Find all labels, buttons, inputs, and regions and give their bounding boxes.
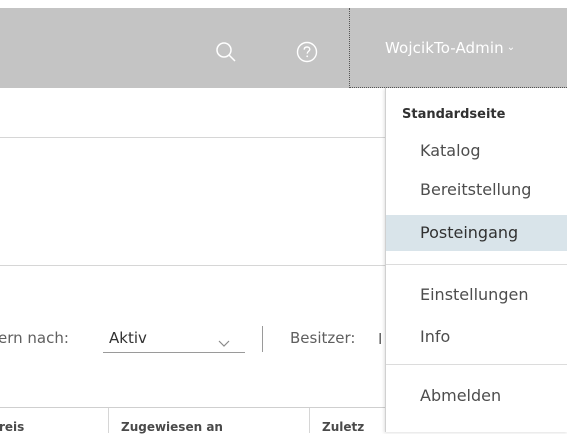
- menu-item-einstellungen[interactable]: Einstellungen: [386, 277, 567, 313]
- column-divider: [309, 408, 310, 433]
- section-divider: [0, 137, 385, 138]
- chevron-down-icon: ⌄: [506, 42, 516, 53]
- user-dropdown-menu: Standardseite Katalog Bereitstellung Pos…: [385, 88, 567, 432]
- user-menu-button[interactable]: WojcikTo-Admin ⌄: [349, 8, 567, 88]
- status-filter-value: Aktiv: [109, 329, 147, 347]
- menu-divider: [386, 264, 567, 265]
- top-strip: [0, 0, 567, 8]
- status-filter-select[interactable]: Aktiv: [103, 323, 245, 353]
- menu-section-heading: Standardseite: [402, 107, 506, 122]
- chevron-down-icon: [218, 333, 230, 352]
- section-divider: [0, 265, 385, 266]
- column-divider: [108, 408, 109, 433]
- filter-divider: [262, 326, 263, 352]
- menu-divider: [386, 364, 567, 365]
- search-icon[interactable]: [214, 40, 238, 64]
- filter-label: ern nach:: [0, 329, 69, 347]
- menu-item-bereitstellung[interactable]: Bereitstellung: [386, 172, 567, 208]
- menu-item-katalog[interactable]: Katalog: [386, 133, 567, 169]
- owner-filter-input[interactable]: I: [378, 330, 382, 348]
- help-icon[interactable]: [295, 40, 319, 64]
- owner-filter-label: Besitzer:: [290, 329, 356, 347]
- menu-item-abmelden[interactable]: Abmelden: [386, 378, 567, 414]
- menu-item-info[interactable]: Info: [386, 319, 567, 355]
- user-name: WojcikTo-Admin: [385, 38, 504, 57]
- menu-item-posteingang[interactable]: Posteingang: [386, 215, 567, 251]
- table-header: reis Zugewiesen an Zuletz: [0, 407, 385, 434]
